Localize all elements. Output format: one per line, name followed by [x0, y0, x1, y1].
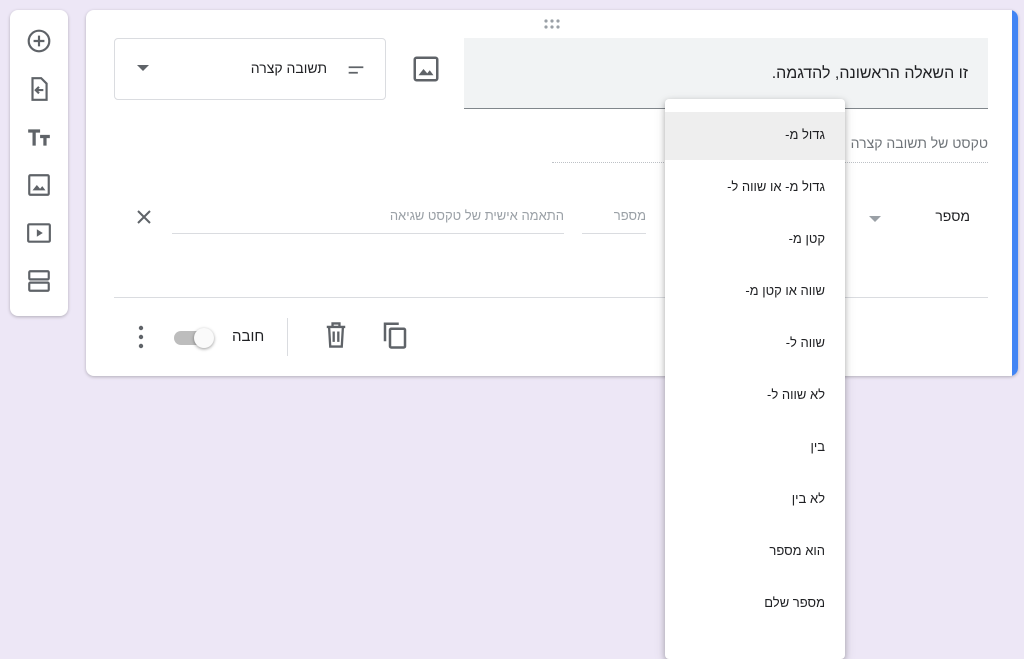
question-type-label: תשובה קצרה: [250, 60, 327, 76]
question-type-select[interactable]: תשובה קצרה: [114, 38, 386, 100]
side-toolbar: [10, 10, 68, 316]
required-toggle[interactable]: [174, 326, 214, 350]
add-question-image-button[interactable]: [411, 54, 441, 84]
import-icon: [31, 77, 48, 101]
chevron-down-icon: [137, 65, 149, 71]
image-icon: [413, 56, 439, 82]
menu-item-less-than[interactable]: קטן מ-: [665, 216, 845, 264]
add-image-button[interactable]: [24, 170, 54, 200]
validation-condition-menu: גדול מ- גדול מ- או שווה ל- קטן מ- שווה א…: [665, 99, 845, 659]
toggle-knob: [194, 328, 214, 348]
question-card[interactable]: זו השאלה הראשונה, להדגמה. תשובה קצרה טקס…: [86, 10, 1018, 376]
custom-error-text-input[interactable]: התאמה אישית של טקסט שגיאה: [172, 205, 564, 234]
menu-item-between[interactable]: בין: [665, 424, 845, 472]
duplicate-button[interactable]: [380, 320, 410, 350]
add-video-button[interactable]: [24, 218, 54, 248]
menu-item-less-or-equal[interactable]: שווה או קטן מ-: [665, 268, 845, 316]
required-label: חובה: [232, 328, 265, 345]
question-title-text: זו השאלה הראשונה, להדגמה.: [771, 65, 968, 82]
menu-item-greater-or-equal[interactable]: גדול מ- או שווה ל-: [665, 164, 845, 212]
copy-icon: [383, 322, 407, 349]
chevron-down-icon[interactable]: [869, 216, 881, 222]
add-section-button[interactable]: [24, 266, 54, 296]
close-icon[interactable]: [134, 207, 154, 227]
add-title-button[interactable]: [24, 122, 54, 152]
delete-button[interactable]: [322, 320, 350, 350]
add-question-button[interactable]: [24, 26, 54, 56]
drag-handle-icon[interactable]: [540, 18, 564, 30]
menu-item-greater-than[interactable]: גדול מ-: [665, 112, 845, 160]
add-circle-icon: [27, 29, 51, 53]
menu-item-is-number[interactable]: הוא מספר: [665, 528, 845, 576]
trash-icon: [326, 322, 346, 348]
menu-item-not-equal-to[interactable]: לא שווה ל-: [665, 372, 845, 420]
validation-number-input[interactable]: מספר: [582, 205, 646, 234]
section-icon: [28, 270, 50, 292]
footer-divider: [114, 297, 988, 298]
video-icon: [27, 223, 51, 243]
validation-type-select[interactable]: מספר: [935, 208, 970, 224]
footer-separator: [287, 318, 288, 356]
more-vert-icon: [138, 325, 144, 349]
import-questions-button[interactable]: [24, 74, 54, 104]
title-text-icon: [28, 129, 50, 146]
menu-item-whole-number[interactable]: מספר שלם: [665, 580, 845, 628]
more-options-button[interactable]: [134, 323, 148, 351]
active-card-indicator: [1012, 10, 1018, 376]
image-icon: [28, 174, 50, 196]
menu-item-equal-to[interactable]: שווה ל-: [665, 320, 845, 368]
short-answer-icon: [348, 66, 364, 74]
menu-item-not-between[interactable]: לא בין: [665, 476, 845, 524]
